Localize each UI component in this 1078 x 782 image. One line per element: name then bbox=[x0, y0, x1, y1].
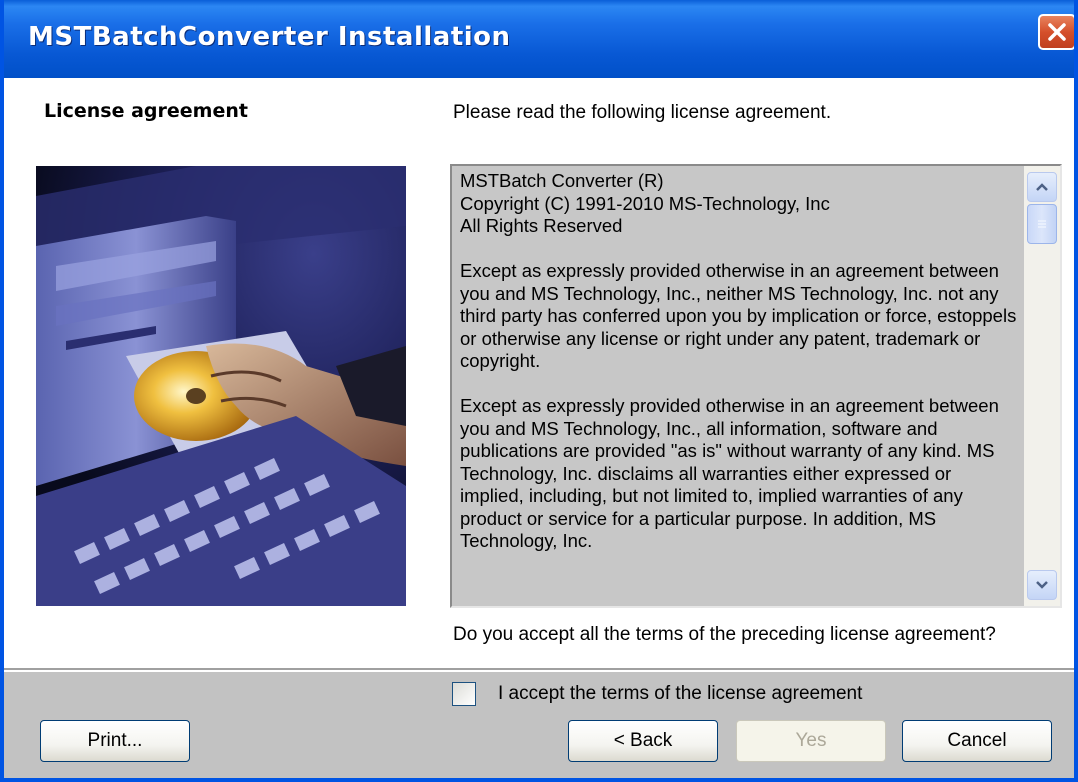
chevron-up-icon bbox=[1036, 183, 1048, 191]
print-button[interactable]: Print... bbox=[40, 720, 190, 762]
installer-window: MSTBatchConverter Installation License a… bbox=[0, 0, 1078, 782]
window-title: MSTBatchConverter Installation bbox=[28, 22, 511, 52]
grip-icon bbox=[1038, 220, 1046, 228]
scroll-up-button[interactable] bbox=[1027, 172, 1057, 202]
yes-button[interactable]: Yes bbox=[736, 720, 886, 762]
accept-question: Do you accept all the terms of the prece… bbox=[453, 624, 996, 645]
close-button[interactable] bbox=[1038, 14, 1074, 50]
accept-label[interactable]: I accept the terms of the license agreem… bbox=[498, 683, 862, 705]
back-button[interactable]: < Back bbox=[568, 720, 718, 762]
title-bar[interactable]: MSTBatchConverter Installation bbox=[4, 0, 1074, 78]
license-paragraph: MSTBatch Converter (R) Copyright (C) 199… bbox=[460, 170, 830, 236]
cancel-button[interactable]: Cancel bbox=[902, 720, 1052, 762]
scroll-thumb[interactable] bbox=[1027, 204, 1057, 244]
button-bar: I accept the terms of the license agreem… bbox=[4, 670, 1074, 778]
installer-side-image bbox=[36, 166, 406, 606]
license-scrollbar[interactable] bbox=[1024, 166, 1060, 606]
license-text: MSTBatch Converter (R) Copyright (C) 199… bbox=[460, 170, 1020, 606]
license-textbox[interactable]: MSTBatch Converter (R) Copyright (C) 199… bbox=[450, 164, 1062, 608]
instruction-text: Please read the following license agreem… bbox=[453, 102, 832, 123]
accept-checkbox-row[interactable]: I accept the terms of the license agreem… bbox=[452, 682, 862, 706]
scroll-down-button[interactable] bbox=[1027, 570, 1057, 600]
chevron-down-icon bbox=[1036, 581, 1048, 589]
license-paragraph: Except as expressly provided otherwise i… bbox=[460, 395, 999, 551]
license-paragraph: Except as expressly provided otherwise i… bbox=[460, 260, 1017, 371]
close-icon bbox=[1048, 23, 1066, 41]
section-title: License agreement bbox=[44, 100, 248, 122]
accept-checkbox[interactable] bbox=[452, 682, 476, 706]
content-area: License agreement Please read the follow… bbox=[4, 78, 1074, 668]
